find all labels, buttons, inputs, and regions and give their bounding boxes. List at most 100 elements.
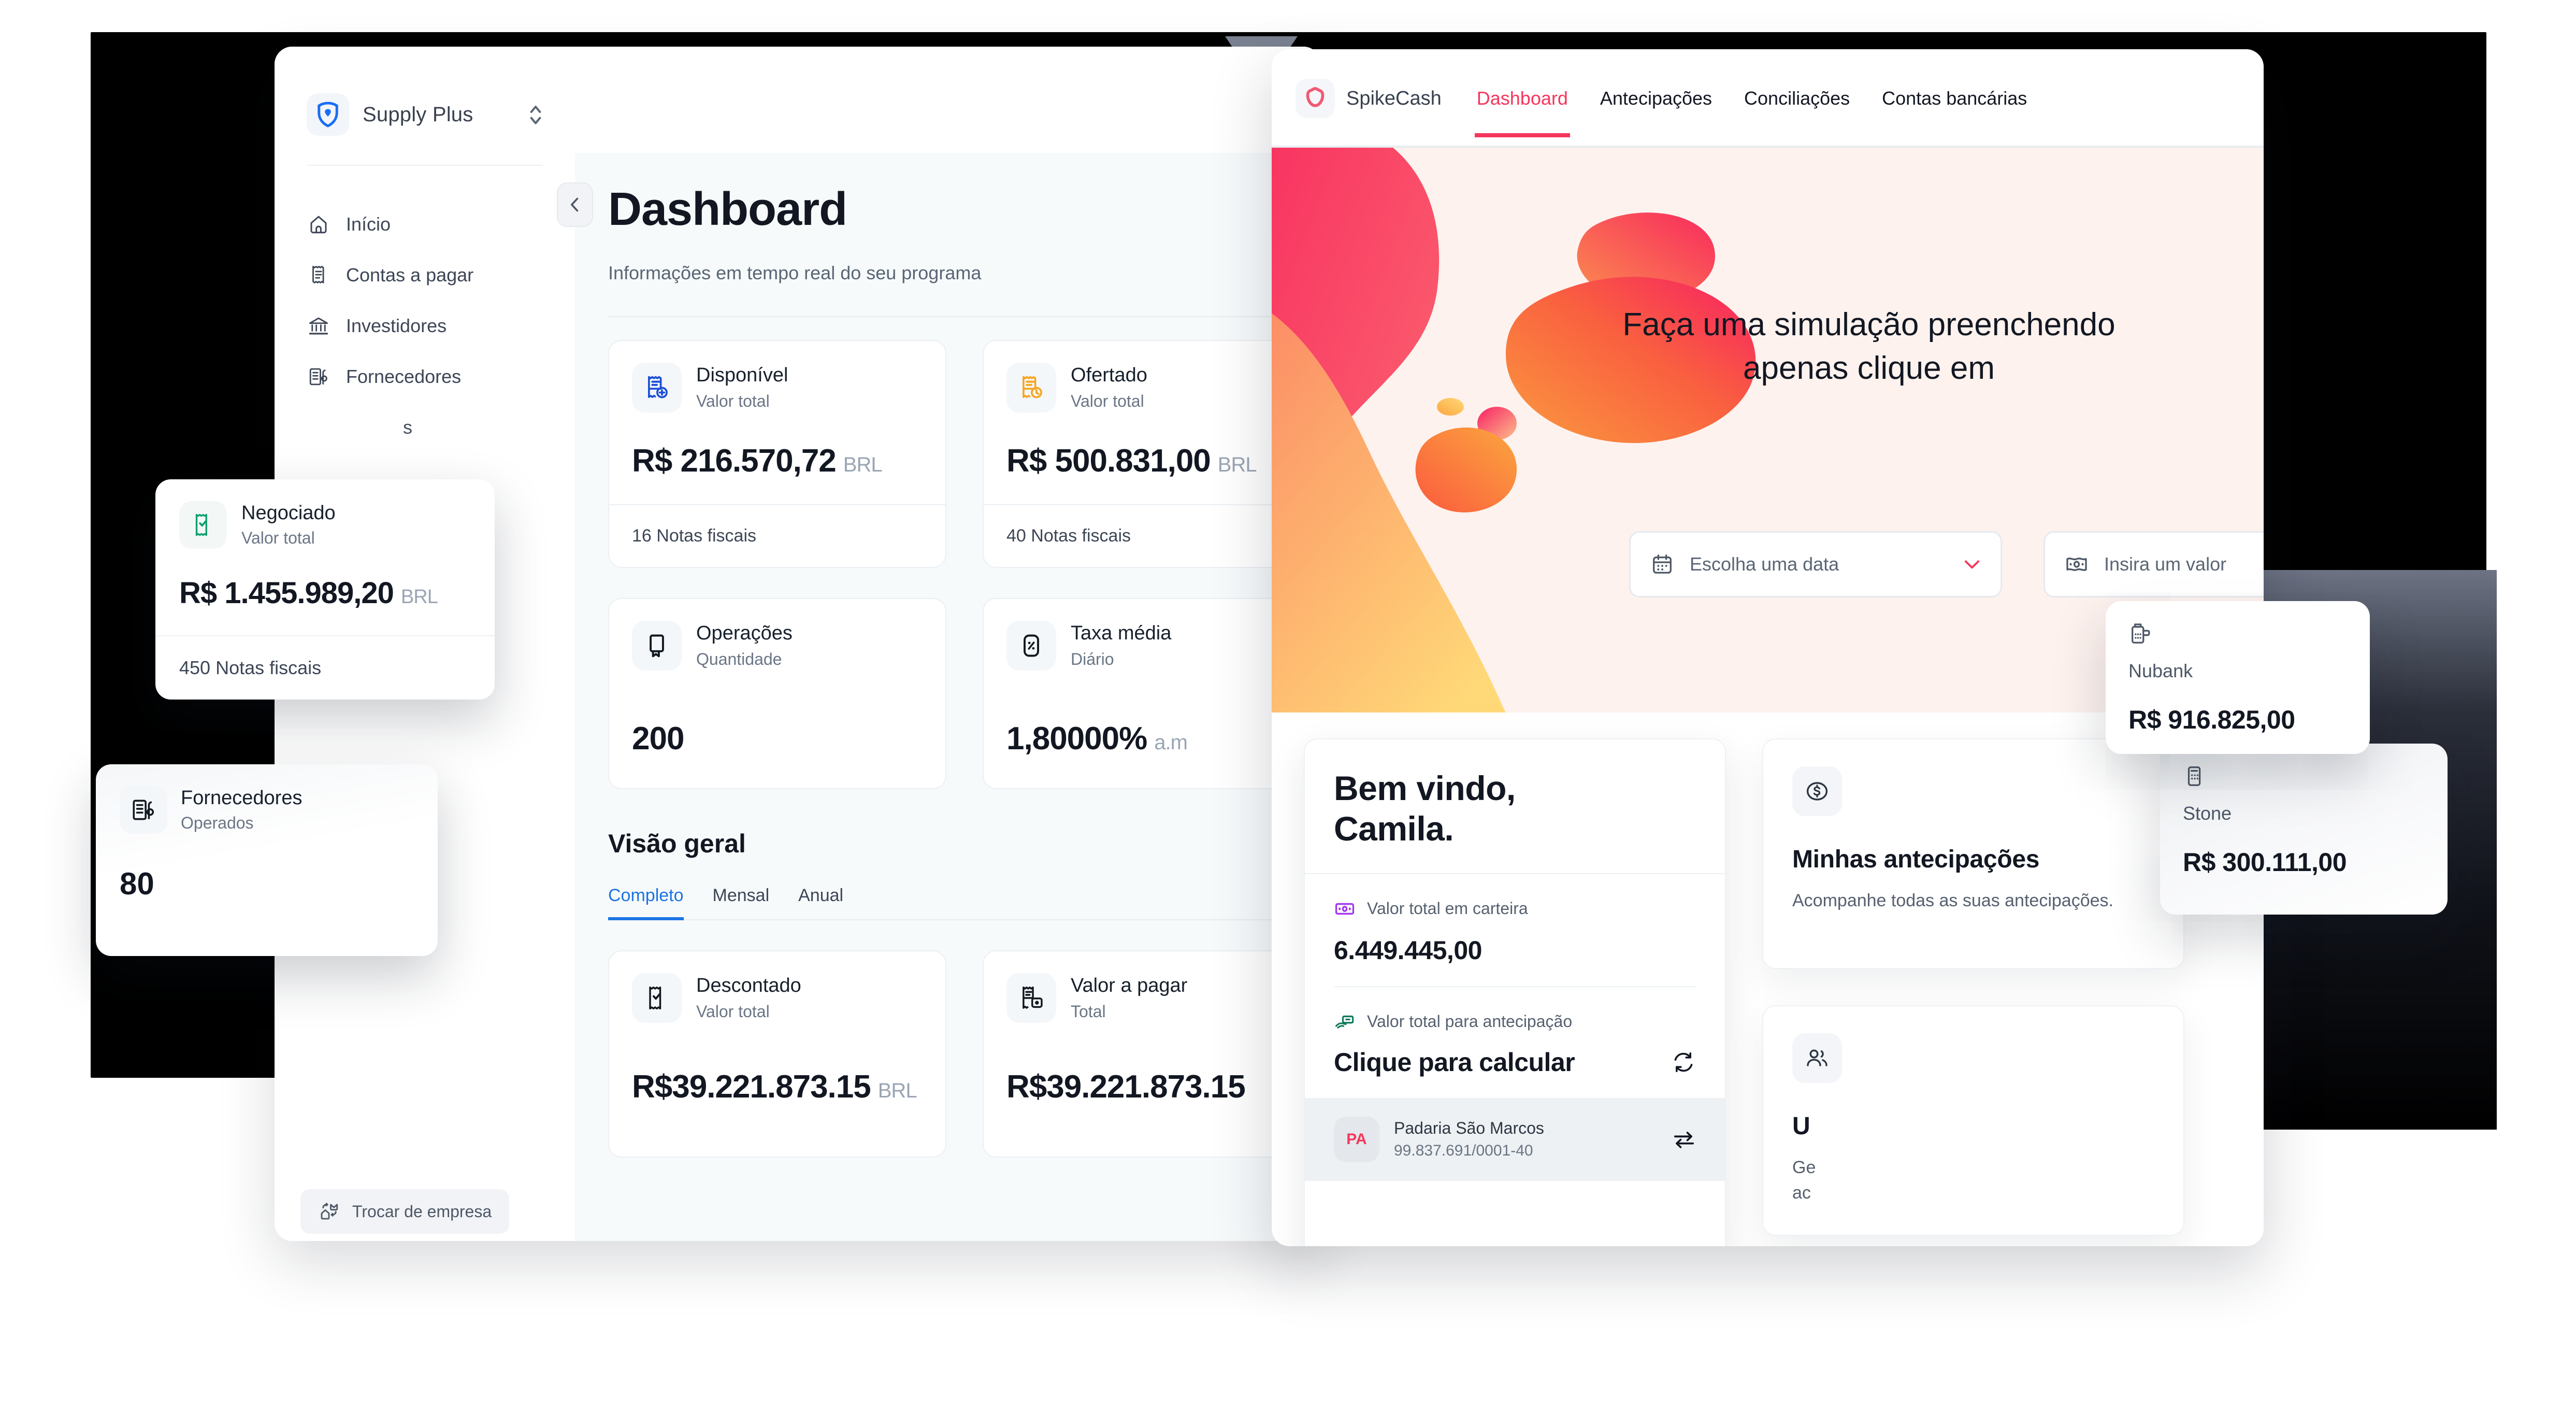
sidebar-item-label: s — [346, 417, 413, 438]
switch-company-button[interactable]: Trocar de empresa — [300, 1189, 510, 1234]
overview-card-value: R$39.221.873.15 — [1006, 1069, 1246, 1105]
floating-card-value: 80 — [120, 866, 154, 901]
receipt-clock-icon — [1006, 363, 1056, 412]
stat-card-title: Disponível — [696, 364, 788, 386]
stat-card-currency: BRL — [1217, 453, 1257, 476]
sidebar-collapse-button[interactable] — [557, 182, 593, 227]
stat-card-operacoes[interactable]: Operações Quantidade 200 — [608, 598, 946, 789]
sidebar-divider — [307, 165, 543, 166]
hero-headline-line1: Faça uma simulação preenchendo — [1622, 307, 2116, 343]
tile-usuarios[interactable]: U Ge ac — [1762, 1005, 2184, 1236]
sidebar-item-contas-a-pagar[interactable]: Contas a pagar — [275, 250, 575, 301]
floating-card-subtitle: Valor total — [241, 529, 315, 547]
company-switcher[interactable]: Supply Plus — [275, 47, 575, 136]
refresh-icon[interactable] — [1671, 1050, 1696, 1075]
sidebar-item-investidores[interactable]: Investidores — [275, 301, 575, 351]
hero-blob-orange — [1415, 427, 1517, 512]
sidebar-item-inicio[interactable]: Início — [275, 199, 575, 250]
spike-logo-icon — [1296, 79, 1335, 118]
stat-card-subtitle: Quantidade — [696, 650, 782, 668]
stat-card-disponivel[interactable]: Disponível Valor total R$ 216.570,72 BRL … — [608, 340, 946, 568]
nav-link-dashboard[interactable]: Dashboard — [1474, 60, 1571, 137]
sidebar-item-fornecedores[interactable]: Fornecedores — [275, 351, 575, 402]
welcome-greeting-line2: Camila. — [1334, 809, 1454, 848]
stat-card-value: R$ 216.570,72 — [632, 443, 837, 479]
book-icon — [632, 621, 682, 671]
chevron-up-down-icon[interactable] — [525, 100, 546, 129]
stat-card-value: R$ 500.831,00 — [1006, 443, 1211, 479]
pos-terminal-icon — [2183, 764, 2425, 788]
section-title-visao-geral: Visão geral — [608, 829, 746, 858]
switch-company-label: Trocar de empresa — [352, 1202, 492, 1221]
chevron-left-icon — [568, 196, 582, 213]
floating-card-title: Negociado — [241, 502, 336, 524]
welcome-greeting: Bem vindo, Camila. — [1305, 739, 1725, 873]
company-document: 99.837.691/0001-40 — [1394, 1142, 1533, 1160]
building-icon — [307, 365, 330, 389]
dollar-circle-icon — [1792, 766, 1842, 816]
overview-card-currency: BRL — [877, 1079, 917, 1102]
hand-money-icon — [1334, 1011, 1356, 1033]
tab-mensal[interactable]: Mensal — [713, 886, 770, 920]
overview-card-descontado[interactable]: Descontado Valor total R$39.221.873.15 BR… — [608, 950, 946, 1158]
dashboard-panels: Bem vindo, Camila. Valor total em cartei… — [1304, 738, 2264, 1246]
company-name: Padaria São Marcos — [1394, 1119, 1544, 1138]
floating-card-value-wrap: R$ 1.455.989,20 BRL — [179, 576, 471, 610]
stat-card-title: Taxa média — [1071, 622, 1172, 644]
calendar-icon — [1650, 552, 1674, 576]
hero-headline: Faça uma simulação preenchendo apenas cl… — [1506, 303, 2232, 391]
chevron-down-icon[interactable] — [1963, 558, 1981, 571]
floating-card-stone[interactable]: Stone R$ 300.111,00 — [2160, 744, 2448, 915]
stat-card-taxa-media[interactable]: Taxa média Diário 1,80000% a.m — [983, 598, 1321, 789]
floating-card-negociado[interactable]: Negociado Valor total R$ 1.455.989,20 BRL… — [155, 479, 495, 700]
floating-card-footer: 450 Notas fiscais — [155, 635, 495, 700]
stat-card-value-wrap: 1,80000% a.m — [1006, 720, 1297, 757]
stat-card-row-2: Operações Quantidade 200 Taxa média Diár… — [575, 568, 1321, 789]
spikecash-navbar: SpikeCash Dashboard Antecipações Concili… — [1272, 49, 2264, 148]
tab-completo[interactable]: Completo — [608, 886, 684, 920]
tile-title: Minhas antecipações — [1792, 846, 2040, 873]
overview-card-subtitle: Valor total — [696, 1002, 770, 1021]
value-input-field[interactable]: Insira um valor — [2043, 531, 2264, 597]
stat-card-subtitle: Valor total — [1071, 392, 1144, 410]
overview-card-value: R$39.221.873.15 — [632, 1069, 871, 1105]
tile-description: Acompanhe todas as suas antecipações. — [1792, 891, 2113, 910]
overview-tabs: Completo Mensal Anual — [575, 859, 1321, 920]
company-selector-row[interactable]: PA Padaria São Marcos 99.837.691/0001-40 — [1305, 1097, 1725, 1181]
value-input-placeholder: Insira um valor — [2104, 553, 2227, 575]
bank-name: Nubank — [2128, 660, 2193, 681]
swap-arrows-icon[interactable] — [1672, 1129, 1696, 1150]
floating-card-title: Fornecedores — [181, 787, 303, 809]
sidebar-item-label: Contas a pagar — [346, 264, 474, 286]
date-picker-field[interactable]: Escolha uma data — [1629, 531, 2002, 597]
hero-simulation-form: Escolha uma data Insira um valor — [1629, 531, 2264, 597]
overview-card-valor-a-pagar[interactable]: Valor a pagar Total R$39.221.873.15 — [983, 950, 1321, 1158]
anticipation-label: Valor total para antecipação — [1367, 1012, 1573, 1031]
money-icon — [2065, 552, 2089, 576]
sidebar-item-label: Início — [346, 213, 391, 235]
tile-minhas-antecipacoes[interactable]: Minhas antecipações Acompanhe todas as s… — [1762, 738, 2184, 969]
floating-card-currency: BRL — [400, 586, 438, 608]
floating-card-fornecedores[interactable]: Fornecedores Operados 80 — [96, 764, 438, 956]
bank-balance: R$ 300.111,00 — [2183, 848, 2347, 877]
spikecash-brand[interactable]: SpikeCash — [1296, 79, 1442, 118]
welcome-greeting-line1: Bem vindo, — [1334, 769, 1516, 807]
stat-card-title: Ofertado — [1071, 364, 1147, 386]
anticipation-value[interactable]: Clique para calcular — [1334, 1047, 1575, 1077]
receipt-check-icon — [179, 501, 227, 549]
stat-card-ofertado[interactable]: Ofertado Valor total R$ 500.831,00 BRL 40… — [983, 340, 1321, 568]
welcome-card: Bem vindo, Camila. Valor total em cartei… — [1304, 738, 1726, 1246]
floating-card-nubank[interactable]: Nubank R$ 916.825,00 — [2106, 601, 2370, 754]
nav-link-conciliacoes[interactable]: Conciliações — [1744, 60, 1850, 137]
stat-card-subtitle: Valor total — [696, 392, 770, 410]
page-subtitle: Informações em tempo real do seu program… — [608, 262, 982, 283]
nav-link-antecipacoes[interactable]: Antecipações — [1600, 60, 1712, 137]
page-title: Dashboard — [608, 183, 847, 235]
page-header: Dashboard Informações em tempo real do s… — [575, 153, 1321, 284]
floating-card-subtitle: Operados — [181, 814, 254, 832]
nav-link-contas-bancarias[interactable]: Contas bancárias — [1882, 60, 2027, 137]
tab-anual[interactable]: Anual — [798, 886, 843, 920]
sidebar-item-occluded-1[interactable]: s — [275, 402, 575, 453]
receipt-check-icon — [632, 973, 682, 1023]
wallet-block: Valor total em carteira 6.449.445,00 — [1305, 874, 1725, 986]
